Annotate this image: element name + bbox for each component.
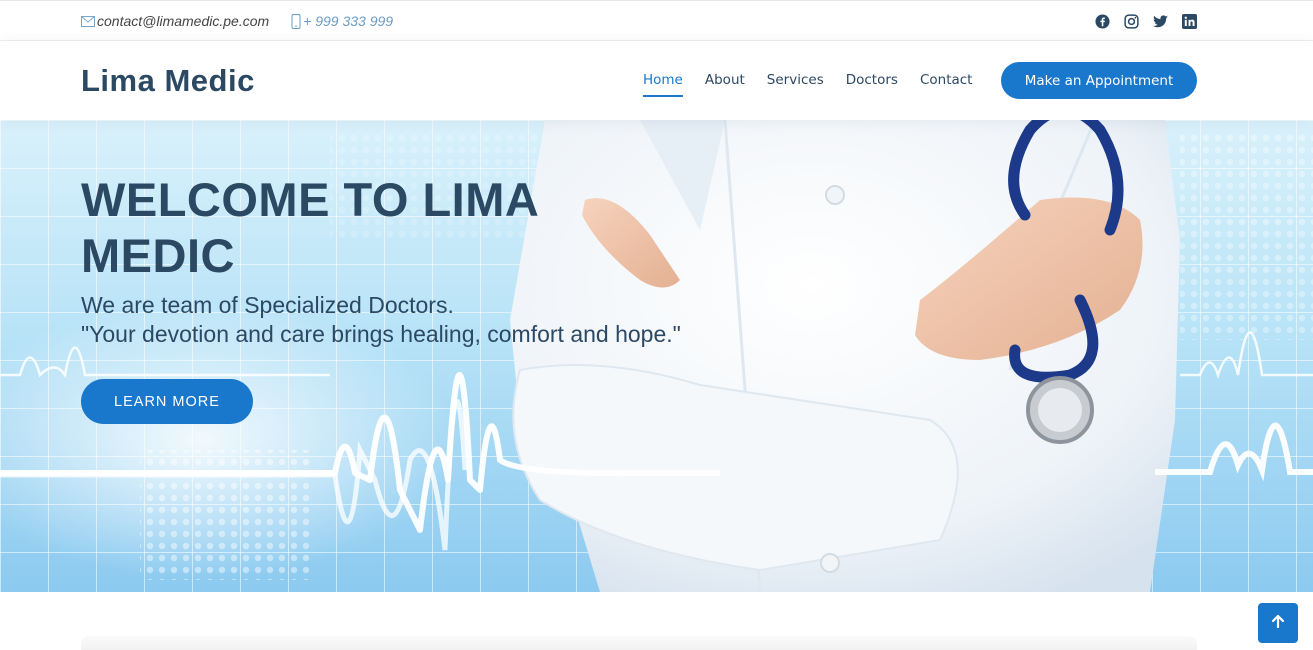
hero-subtitle: We are team of Specialized Doctors. "You… [81, 291, 681, 349]
below-hero-section [0, 592, 1313, 650]
nav-contact[interactable]: Contact [920, 72, 973, 97]
back-to-top-button[interactable] [1258, 603, 1298, 643]
instagram-icon[interactable] [1123, 13, 1139, 29]
nav-about[interactable]: About [705, 72, 745, 97]
hero-title: WELCOME TO LIMA MEDIC [81, 173, 538, 282]
appointment-button[interactable]: Make an Appointment [1001, 62, 1197, 99]
envelope-icon [81, 15, 95, 27]
linkedin-icon[interactable] [1181, 13, 1197, 29]
twitter-icon[interactable] [1152, 13, 1168, 29]
nav-services[interactable]: Services [767, 72, 824, 97]
hero-section: WELCOME TO LIMA MEDIC We are team of Spe… [0, 120, 1313, 592]
top-bar: contact@limamedic.pe.com + 999 333 999 [0, 0, 1313, 41]
contact-info: contact@limamedic.pe.com + 999 333 999 [81, 13, 393, 29]
social-links [1094, 13, 1197, 29]
hero-subtitle-line1: We are team of Specialized Doctors. [81, 292, 454, 318]
facebook-icon[interactable] [1094, 13, 1110, 29]
site-header: Lima Medic Home About Services Doctors C… [0, 41, 1313, 120]
nav-home[interactable]: Home [643, 72, 683, 97]
hero-subtitle-line2: "Your devotion and care brings healing, … [81, 321, 681, 347]
learn-more-button[interactable]: LEARN MORE [81, 379, 253, 424]
site-logo[interactable]: Lima Medic [81, 63, 255, 99]
arrow-up-icon [1270, 613, 1286, 634]
email-link[interactable]: contact@limamedic.pe.com [97, 13, 269, 29]
phone-icon [291, 13, 301, 29]
feature-cards-edge [81, 636, 1197, 650]
nav-doctors[interactable]: Doctors [846, 72, 898, 97]
main-nav: Home About Services Doctors Contact [643, 72, 994, 97]
phone-number: + 999 333 999 [303, 13, 394, 29]
